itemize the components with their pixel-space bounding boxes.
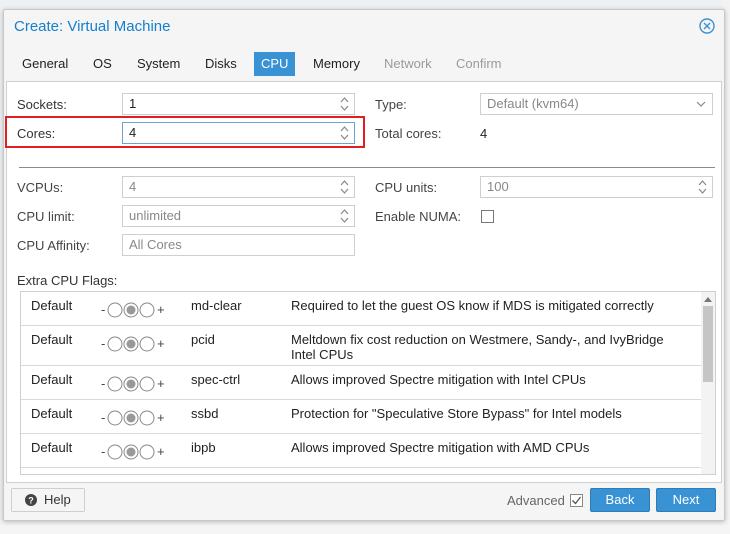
cpu-affinity-field[interactable]: All Cores [122, 234, 355, 256]
flag-plus: + [157, 336, 165, 351]
flag-description: Allows improved Spectre mitigation with … [291, 372, 586, 387]
flag-tristate-toggle[interactable]: - + [101, 444, 191, 460]
flag-minus: - [101, 410, 105, 425]
create-vm-dialog: Create: Virtual Machine General OS Syste… [3, 9, 725, 521]
sockets-label: Sockets: [17, 97, 67, 112]
chevron-down-icon[interactable] [696, 99, 706, 109]
total-cores-value: 4 [480, 126, 488, 141]
cpu-affinity-placeholder: All Cores [129, 237, 182, 252]
cpu-units-field[interactable]: 100 [480, 176, 713, 198]
sockets-spinner-icon[interactable] [340, 96, 349, 112]
flag-row: Default - + md-clear Required to let the… [21, 292, 701, 326]
tab-confirm: Confirm [456, 56, 502, 71]
flag-state: Default [31, 372, 73, 387]
type-value: Default (kvm64) [487, 96, 579, 111]
flag-state: Default [31, 406, 73, 421]
sockets-field[interactable]: 1 [122, 93, 355, 115]
cpu-units-spinner-icon[interactable] [698, 179, 707, 195]
cores-highlight [5, 116, 365, 148]
cpu-panel: Sockets: 1 Type: Default (kvm64) Cores: … [5, 81, 722, 483]
tab-system[interactable]: System [130, 52, 187, 76]
help-label: Help [44, 492, 71, 507]
flag-name: md-clear [191, 298, 242, 313]
flag-row: Default - + spec-ctrl Allows improved Sp… [21, 366, 701, 400]
dialog-title: Create: Virtual Machine [14, 18, 171, 35]
flag-state: Default [31, 332, 73, 347]
cpu-limit-label: CPU limit: [17, 209, 75, 224]
flag-row: Default - + ssbd Protection for "Specula… [21, 400, 701, 434]
scroll-up-icon[interactable] [704, 296, 712, 302]
cpu-units-value: 100 [487, 179, 509, 194]
flag-plus: + [157, 302, 165, 317]
total-cores-label: Total cores: [375, 126, 442, 141]
advanced-label: Advanced [507, 493, 565, 508]
tab-cpu[interactable]: CPU [254, 52, 296, 76]
svg-text:?: ? [28, 496, 34, 506]
tab-network: Network [384, 56, 432, 71]
type-label: Type: [375, 97, 407, 112]
flag-minus: - [101, 336, 105, 351]
cpu-limit-spinner-icon[interactable] [340, 208, 349, 224]
flag-description: Meltdown fix cost reduction on Westmere,… [291, 332, 664, 362]
flag-state: Default [31, 440, 73, 455]
vcpus-field[interactable]: 4 [122, 176, 355, 198]
next-button[interactable]: Next [656, 488, 716, 512]
vcpus-value: 4 [129, 179, 137, 194]
flag-tristate-toggle[interactable]: - + [101, 410, 191, 426]
flag-plus: + [157, 444, 165, 459]
tab-os[interactable]: OS [86, 52, 119, 76]
vcpus-label: VCPUs: [17, 180, 64, 195]
cpu-units-label: CPU units: [375, 180, 438, 195]
advanced-checkbox[interactable] [570, 494, 583, 507]
cpu-affinity-label: CPU Affinity: [17, 238, 90, 253]
cpu-limit-value: unlimited [129, 208, 182, 223]
flag-name: ssbd [191, 406, 219, 421]
flag-minus: - [101, 302, 105, 317]
advanced-separator [19, 167, 715, 168]
close-icon[interactable] [699, 18, 715, 34]
flags-scrollbar[interactable] [701, 292, 715, 474]
help-icon: ? [25, 494, 37, 506]
cpu-limit-field[interactable]: unlimited [122, 205, 355, 227]
flag-plus: + [157, 410, 165, 425]
scrollbar-thumb[interactable] [703, 306, 713, 382]
numa-label: Enable NUMA: [375, 209, 461, 224]
flag-description: Protection for "Speculative Store Bypass… [291, 406, 622, 421]
flag-name: ibpb [191, 440, 216, 455]
numa-checkbox[interactable] [481, 210, 494, 223]
help-button[interactable]: ? Help [11, 488, 85, 512]
background-bottom [0, 520, 730, 534]
vcpus-spinner-icon[interactable] [340, 179, 349, 195]
flag-tristate-toggle[interactable]: - + [101, 376, 191, 392]
flag-state: Default [31, 298, 73, 313]
flag-minus: - [101, 376, 105, 391]
flag-minus: - [101, 444, 105, 459]
flag-tristate-toggle[interactable]: - + [101, 302, 191, 318]
flag-row: Default - + pcid Meltdown fix cost reduc… [21, 326, 701, 366]
back-button[interactable]: Back [590, 488, 650, 512]
flag-row: Default - + ibpb Allows improved Spectre… [21, 434, 701, 468]
flag-description: Allows improved Spectre mitigation with … [291, 440, 590, 455]
tab-memory[interactable]: Memory [306, 52, 367, 76]
tab-bar: General OS System Disks CPU Memory Netwo… [4, 49, 724, 81]
tab-general[interactable]: General [15, 52, 75, 76]
flag-plus: + [157, 376, 165, 391]
sockets-value: 1 [129, 96, 137, 111]
flag-description: Required to let the guest OS know if MDS… [291, 298, 654, 313]
cpu-flags-grid: Default - + md-clear Required to let the… [20, 291, 716, 475]
flag-tristate-toggle[interactable]: - + [101, 336, 191, 352]
extra-cpu-flags-label: Extra CPU Flags: [17, 273, 118, 288]
flag-name: spec-ctrl [191, 372, 241, 387]
tab-disks[interactable]: Disks [198, 52, 244, 76]
flag-name: pcid [191, 332, 215, 347]
type-combo[interactable]: Default (kvm64) [480, 93, 713, 115]
